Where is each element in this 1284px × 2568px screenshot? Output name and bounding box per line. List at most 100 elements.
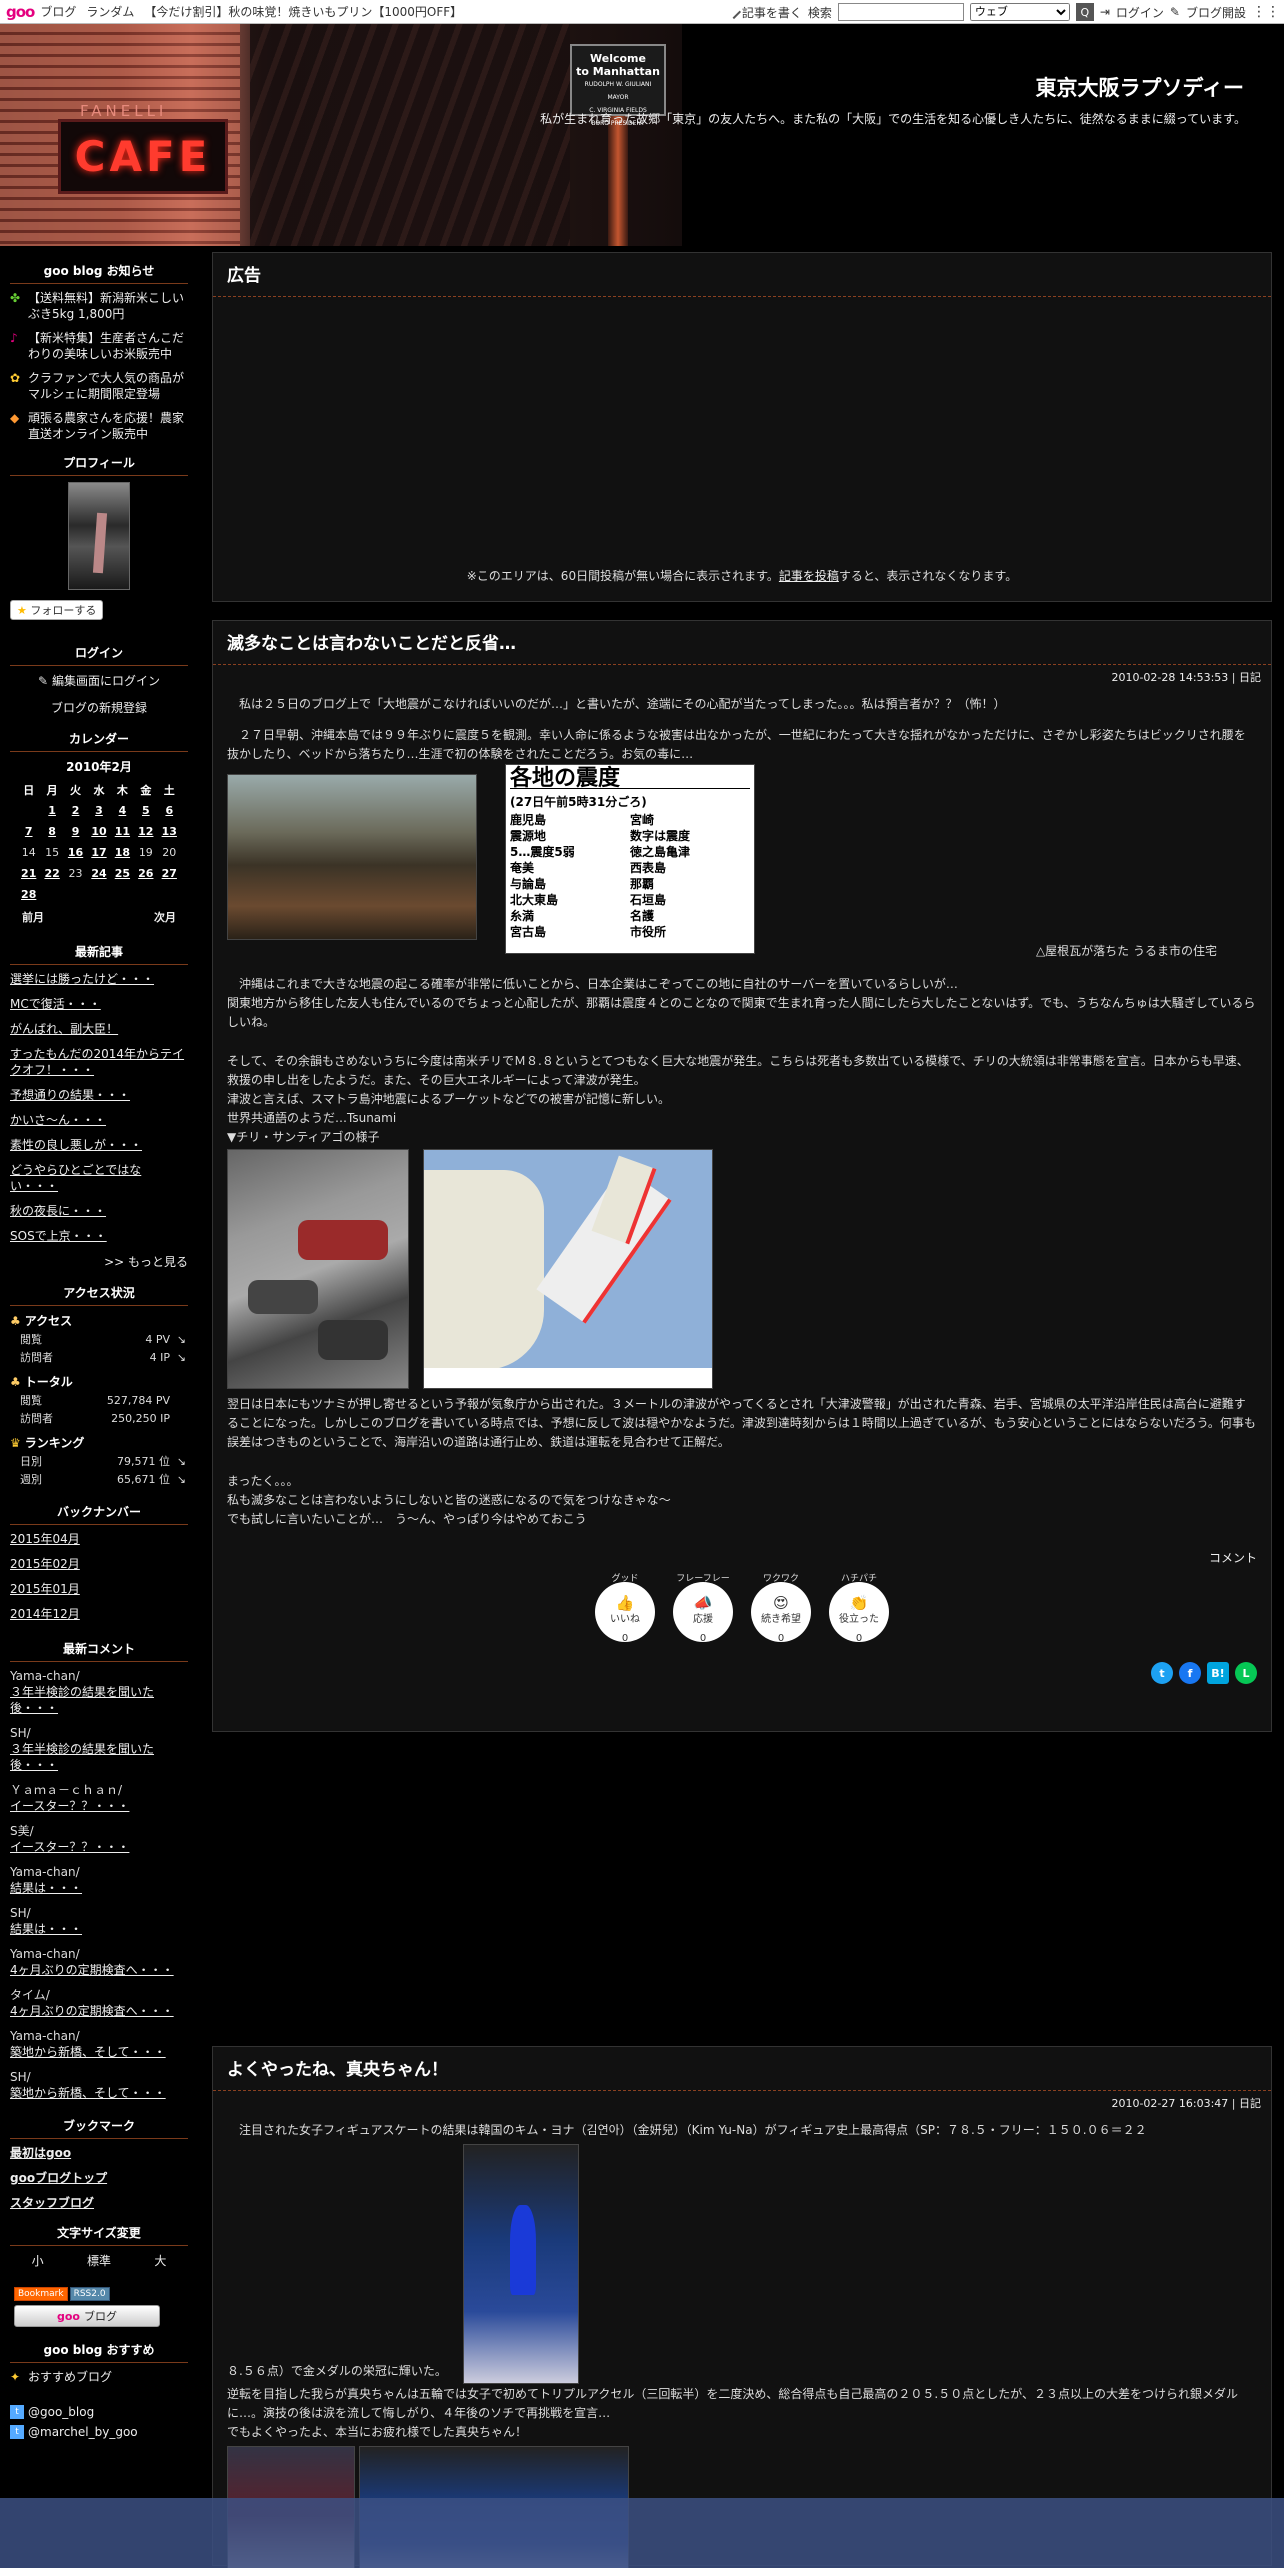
more-link[interactable]: >> もっと見る	[104, 1255, 188, 1269]
calendar-day-link[interactable]: 4	[119, 804, 127, 817]
calendar-day-link[interactable]: 27	[162, 867, 177, 880]
recent-article-link[interactable]: 選挙には勝ったけど・・・	[10, 971, 188, 987]
entry-date[interactable]: 2010-02-28 14:53:53	[1111, 671, 1228, 684]
entry-date[interactable]: 2010-02-27 16:03:47	[1111, 2097, 1228, 2110]
comment-article-link[interactable]: ３年半検診の結果を聞いた後・・・	[10, 1741, 188, 1773]
reaction-button[interactable]: フレーフレー 📣 応援 0	[673, 1574, 733, 1644]
calendar-day-link[interactable]: 12	[138, 825, 153, 838]
calendar-day-link[interactable]: 11	[115, 825, 130, 838]
recent-article-link[interactable]: すったもんだの2014年からテイクオフ！・・・	[10, 1046, 188, 1078]
twitter-link[interactable]: @goo_blog	[28, 2405, 94, 2419]
calendar-day-link[interactable]: 13	[162, 825, 177, 838]
comment-link[interactable]: コメント	[1209, 1551, 1257, 1565]
seismic-intensity-map[interactable]: 各地の震度 (27日午前5時31分ごろ) 鹿児島 宮崎 震源地 数字は震度 5…震度5弱…	[505, 764, 755, 954]
twitter-share-icon[interactable]: t	[1151, 1662, 1173, 1684]
calendar-day-link[interactable]: 25	[115, 867, 130, 880]
recent-article-link[interactable]: 素性の良し悪しが・・・	[10, 1137, 188, 1153]
comment-article-link[interactable]: ３年半検診の結果を聞いた後・・・	[10, 1684, 188, 1716]
calendar-day-link[interactable]: 1	[48, 804, 56, 817]
recent-article-link[interactable]: どうやらひとごとではない・・・	[10, 1162, 188, 1194]
comment-article-link[interactable]: 結果は・・・	[10, 1880, 188, 1896]
bookmark-link[interactable]: 最初はgoo	[10, 2145, 188, 2161]
search-button[interactable]: Q	[1075, 3, 1094, 21]
house-damage-photo[interactable]	[227, 774, 477, 940]
comment-article-link[interactable]: 4ヶ月ぶりの定期検査へ・・・	[10, 1962, 188, 1978]
twitter-link[interactable]: @marchel_by_goo	[28, 2425, 138, 2439]
comment-article-link[interactable]: 築地から新橋、そして・・・	[10, 2044, 188, 2060]
reaction-button[interactable]: ハチパチ 👏 役立った 0	[829, 1574, 889, 1644]
write-article-link[interactable]: 記事を書く	[726, 4, 802, 21]
entry-category[interactable]: 日記	[1239, 2097, 1261, 2110]
recent-article-link[interactable]: 秋の夜長に・・・	[10, 1203, 188, 1219]
notice-link[interactable]: 【新米特集】生産者さんこだわりの美味しいお米販売中	[28, 330, 188, 362]
recent-article-link[interactable]: かいさ～ん・・・	[10, 1112, 188, 1128]
reaction-button[interactable]: ワクワク 😍 続き希望 0	[751, 1574, 811, 1644]
calendar-day-link[interactable]: 6	[165, 804, 173, 817]
comment-article-link[interactable]: 4ヶ月ぶりの定期検査へ・・・	[10, 2003, 188, 2019]
calendar-day-link[interactable]: 17	[91, 846, 106, 859]
comment-article-link[interactable]: 結果は・・・	[10, 1921, 188, 1937]
reaction-button[interactable]: グッド 👍 いいね 0	[595, 1574, 655, 1644]
follow-button[interactable]: ★ フォローする	[10, 600, 104, 620]
calendar-day-link[interactable]: 3	[95, 804, 103, 817]
blog-title[interactable]: 東京大阪ラプソディー	[1035, 72, 1244, 102]
notice-link[interactable]: 頑張る農家さんを応援！農家直送オンライン販売中	[28, 410, 188, 442]
recommend-link[interactable]: おすすめブログ	[28, 2369, 112, 2385]
recent-article-link[interactable]: MCで復活・・・	[10, 996, 188, 1012]
bookmark-badge[interactable]: Bookmark	[14, 2287, 68, 2301]
facebook-share-icon[interactable]: f	[1179, 1662, 1201, 1684]
calendar-day-link[interactable]: 8	[48, 825, 56, 838]
line-share-icon[interactable]: L	[1235, 1662, 1257, 1684]
tsunami-warning-map[interactable]	[423, 1149, 713, 1389]
toolbar-login-link[interactable]: ログイン	[1116, 4, 1164, 21]
goo-blog-button[interactable]: goo ブログ	[14, 2305, 160, 2327]
entry-title[interactable]: よくやったね、真央ちゃん！	[213, 2047, 1271, 2091]
prev-month-link[interactable]: 前月	[22, 909, 44, 925]
entry-title[interactable]: 滅多なことは言わないことだと反省…	[213, 621, 1271, 665]
bookmark-link[interactable]: gooブログトップ	[10, 2170, 188, 2186]
notice-link[interactable]: 【送料無料】新潟新米こしいぶき5kg 1,800円	[28, 290, 188, 322]
calendar-day-link[interactable]: 9	[72, 825, 80, 838]
fontsize-large[interactable]: 大	[154, 2252, 166, 2269]
rss-badge[interactable]: RSS2.0	[69, 2287, 110, 2301]
calendar-day-link[interactable]: 2	[72, 804, 80, 817]
toolbar-link-blog[interactable]: ブログ	[40, 3, 76, 20]
calendar-day-link[interactable]: 7	[25, 825, 33, 838]
recent-article-link[interactable]: SOSで上京・・・	[10, 1228, 188, 1244]
comment-article-link[interactable]: 築地から新橋、そして・・・	[10, 2085, 188, 2101]
comment-article-link[interactable]: イースター？？・・・	[10, 1839, 188, 1855]
hatena-share-icon[interactable]: B!	[1207, 1662, 1229, 1684]
bookmark-link[interactable]: スタッフブログ	[10, 2195, 188, 2211]
fontsize-normal[interactable]: 標準	[87, 2252, 111, 2269]
calendar-day-link[interactable]: 21	[21, 867, 36, 880]
post-article-link[interactable]: 記事を投稿	[779, 569, 839, 583]
backnumber-link[interactable]: 2014年12月	[10, 1606, 188, 1622]
fontsize-small[interactable]: 小	[32, 2252, 44, 2269]
toolbar-link-random[interactable]: ランダム	[86, 3, 134, 20]
next-month-link[interactable]: 次月	[154, 909, 176, 925]
search-input[interactable]	[837, 3, 964, 21]
grid-menu-icon[interactable]: ⋮⋮	[1252, 4, 1280, 20]
skater-photo[interactable]	[463, 2144, 579, 2384]
toolbar-open-blog-link[interactable]: ブログ開設	[1186, 4, 1246, 21]
new-blog-link[interactable]: ブログの新規登録	[51, 701, 147, 715]
edit-login-link[interactable]: 編集画面にログイン	[52, 674, 160, 688]
notice-link[interactable]: クラファンで大人気の商品がマルシェに期間限定登場	[28, 370, 188, 402]
santiago-damage-photo[interactable]	[227, 1149, 409, 1389]
calendar-day-link[interactable]: 24	[91, 867, 106, 880]
comment-article-link[interactable]: イースター？？・・・	[10, 1798, 188, 1814]
calendar-day-link[interactable]: 26	[138, 867, 153, 880]
backnumber-link[interactable]: 2015年04月	[10, 1531, 188, 1547]
calendar-day-link[interactable]: 28	[21, 888, 36, 901]
backnumber-link[interactable]: 2015年02月	[10, 1556, 188, 1572]
toolbar-link-promo[interactable]: 【今だけ割引】秋の味覚！焼きいもプリン【1000円OFF】	[144, 3, 462, 20]
profile-avatar[interactable]	[68, 482, 130, 590]
recent-article-link[interactable]: がんばれ、副大臣！	[10, 1021, 188, 1037]
calendar-day-link[interactable]: 10	[91, 825, 106, 838]
calendar-day-link[interactable]: 16	[68, 846, 83, 859]
search-scope-select[interactable]: ウェブ	[969, 3, 1070, 21]
recent-article-link[interactable]: 予想通りの結果・・・	[10, 1087, 188, 1103]
entry-category[interactable]: 日記	[1239, 671, 1261, 684]
calendar-day-link[interactable]: 18	[115, 846, 130, 859]
backnumber-link[interactable]: 2015年01月	[10, 1581, 188, 1597]
